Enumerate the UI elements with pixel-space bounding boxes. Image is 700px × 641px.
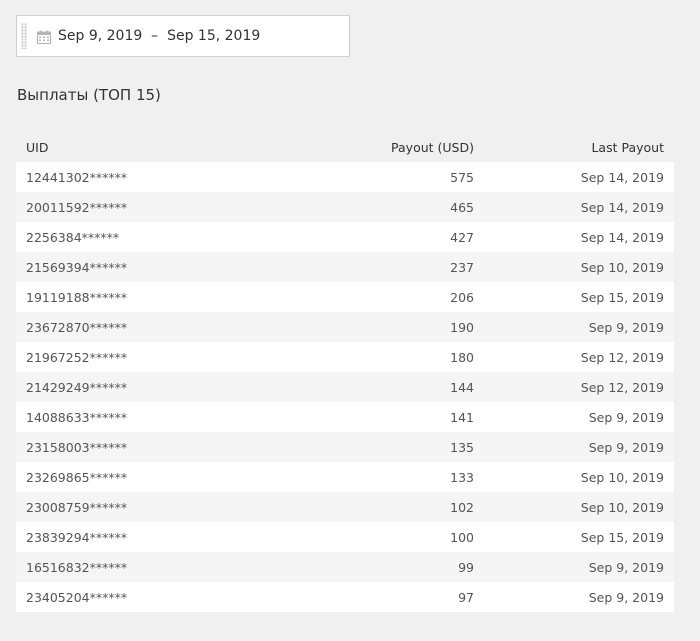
table-row: 23158003****** 135 Sep 9, 2019: [16, 432, 674, 462]
payout-cell: 575: [450, 169, 474, 185]
payout-cell: 102: [450, 499, 474, 515]
uid-cell: 23839294******: [26, 529, 128, 545]
date-range-text: Sep 9, 2019 – Sep 15, 2019: [58, 28, 261, 44]
uid-cell: 16516832******: [26, 559, 128, 575]
table-row: 12441302****** 575 Sep 14, 2019: [16, 162, 674, 192]
header-uid[interactable]: UID: [16, 140, 236, 155]
last-payout-cell: Sep 14, 2019: [580, 169, 664, 185]
uid-cell: 2256384******: [26, 229, 120, 245]
payout-cell: 465: [450, 199, 474, 215]
payout-cell: 135: [450, 439, 474, 455]
table-row: 21967252****** 180 Sep 12, 2019: [16, 342, 674, 372]
last-payout-cell: Sep 14, 2019: [580, 199, 664, 215]
payout-cell: 237: [450, 259, 474, 275]
last-payout-cell: Sep 10, 2019: [580, 259, 664, 275]
table-row: 20011592****** 465 Sep 14, 2019: [16, 192, 674, 222]
table-row: 2256384****** 427 Sep 14, 2019: [16, 222, 674, 252]
uid-cell: 21967252******: [26, 349, 128, 365]
last-payout-cell: Sep 14, 2019: [580, 229, 664, 245]
last-payout-cell: Sep 9, 2019: [588, 559, 664, 575]
header-last-payout[interactable]: Last Payout: [476, 140, 674, 155]
uid-cell: 23405204******: [26, 589, 128, 605]
header-payout[interactable]: Payout (USD): [236, 140, 476, 155]
payout-cell: 206: [450, 289, 474, 305]
uid-cell: 21569394******: [26, 259, 128, 275]
payout-cell: 144: [450, 379, 474, 395]
payout-cell: 97: [458, 589, 474, 605]
payout-cell: 427: [450, 229, 474, 245]
calendar-icon: [37, 29, 51, 44]
uid-cell: 14088633******: [26, 409, 128, 425]
uid-cell: 23672870******: [26, 319, 128, 335]
table-row: 23672870****** 190 Sep 9, 2019: [16, 312, 674, 342]
last-payout-cell: Sep 12, 2019: [580, 349, 664, 365]
table-row: 21429249****** 144 Sep 12, 2019: [16, 372, 674, 402]
payout-cell: 180: [450, 349, 474, 365]
table-row: 23839294****** 100 Sep 15, 2019: [16, 522, 674, 552]
table-row: 21569394****** 237 Sep 10, 2019: [16, 252, 674, 282]
drag-handle-icon[interactable]: [21, 23, 27, 49]
table-row: 23008759****** 102 Sep 10, 2019: [16, 492, 674, 522]
last-payout-cell: Sep 9, 2019: [588, 319, 664, 335]
uid-cell: 20011592******: [26, 199, 128, 215]
payout-cell: 141: [450, 409, 474, 425]
table-row: 23269865****** 133 Sep 10, 2019: [16, 462, 674, 492]
payout-cell: 190: [450, 319, 474, 335]
table-row: 23405204****** 97 Sep 9, 2019: [16, 582, 674, 612]
last-payout-cell: Sep 12, 2019: [580, 379, 664, 395]
payout-cell: 100: [450, 529, 474, 545]
uid-cell: 21429249******: [26, 379, 128, 395]
section-title: Выплаты (ТОП 15): [17, 86, 161, 104]
last-payout-cell: Sep 15, 2019: [580, 529, 664, 545]
payout-cell: 133: [450, 469, 474, 485]
last-payout-cell: Sep 10, 2019: [580, 499, 664, 515]
last-payout-cell: Sep 9, 2019: [588, 439, 664, 455]
uid-cell: 23269865******: [26, 469, 128, 485]
table-row: 14088633****** 141 Sep 9, 2019: [16, 402, 674, 432]
table-row: 16516832****** 99 Sep 9, 2019: [16, 552, 674, 582]
last-payout-cell: Sep 9, 2019: [588, 589, 664, 605]
uid-cell: 12441302******: [26, 169, 128, 185]
last-payout-cell: Sep 15, 2019: [580, 289, 664, 305]
table-row: 19119188****** 206 Sep 15, 2019: [16, 282, 674, 312]
table-body: 12441302****** 575 Sep 14, 2019 20011592***…: [16, 162, 674, 612]
date-range-picker[interactable]: Sep 9, 2019 – Sep 15, 2019: [16, 15, 350, 57]
table-header: UID Payout (USD) Last Payout: [16, 132, 674, 162]
uid-cell: 23158003******: [26, 439, 128, 455]
uid-cell: 23008759******: [26, 499, 128, 515]
payout-cell: 99: [458, 559, 474, 575]
last-payout-cell: Sep 10, 2019: [580, 469, 664, 485]
uid-cell: 19119188******: [26, 289, 128, 305]
last-payout-cell: Sep 9, 2019: [588, 409, 664, 425]
payout-table: UID Payout (USD) Last Payout 12441302***…: [16, 132, 674, 612]
